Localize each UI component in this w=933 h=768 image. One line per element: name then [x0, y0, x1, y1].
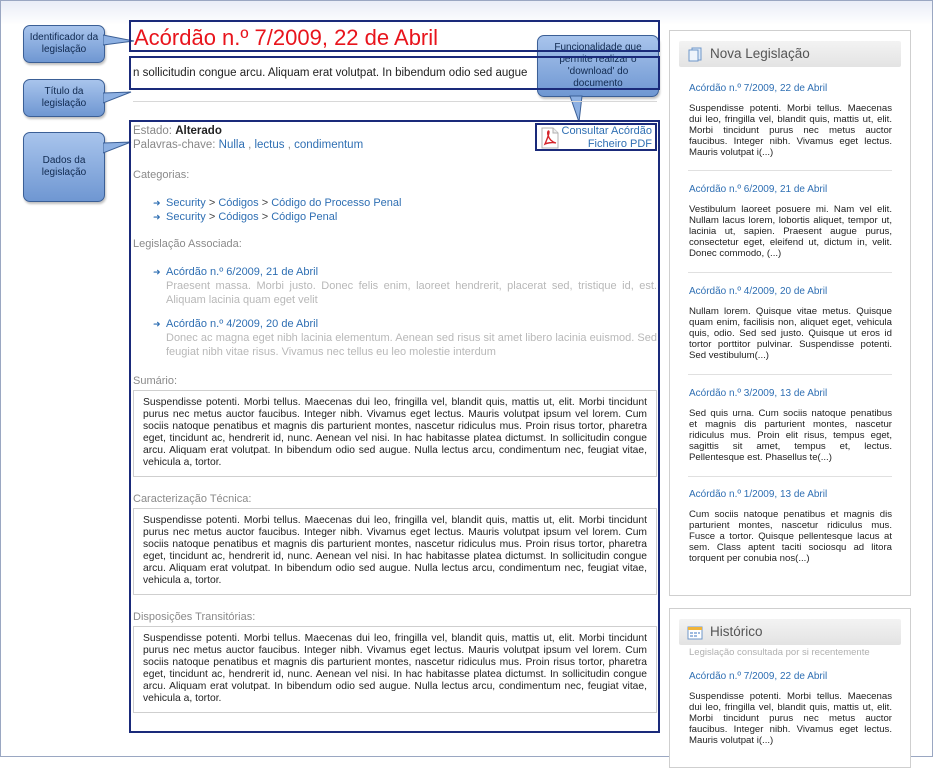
arrow-right-icon: ➜: [153, 267, 161, 277]
page-title: Acórdão n.º 7/2009, 22 de Abril: [134, 25, 439, 50]
news-title-link[interactable]: Acórdão n.º 3/2009, 13 de Abril: [689, 388, 892, 399]
news-desc: Sed quis urna. Cum sociis natoque penati…: [689, 408, 892, 463]
estado-label: Estado:: [133, 125, 172, 137]
news-title-link[interactable]: Acórdão n.º 1/2009, 13 de Abril: [689, 489, 892, 500]
associada-item: ➜ Acórdão n.º 6/2009, 21 de Abril Praese…: [133, 265, 657, 307]
news-divider: [688, 476, 892, 477]
nova-legislacao-title: Nova Legislação: [710, 46, 810, 61]
disposicoes-heading: Disposições Transitórias:: [133, 611, 256, 623]
keyword-link[interactable]: lectus: [254, 139, 284, 151]
news-desc: Cum sociis natoque penatibus et magnis d…: [689, 509, 892, 564]
associada-item: ➜ Acórdão n.º 4/2009, 20 de Abril Donec …: [133, 317, 657, 359]
historico-header: Histórico: [679, 619, 901, 645]
callout-titulo: Título da legislação: [23, 79, 105, 117]
history-title-link[interactable]: Acórdão n.º 7/2009, 22 de Abril: [689, 671, 892, 682]
history-item: Acórdão n.º 7/2009, 22 de Abril Suspendi…: [689, 671, 892, 746]
nova-legislacao-panel: Nova Legislação Acórdão n.º 7/2009, 22 d…: [669, 30, 911, 596]
callout-identificador: Identificador da legislação: [23, 25, 105, 63]
historico-subtitle: Legislação consultada por si recentement…: [689, 647, 870, 658]
caracterizacao-heading: Caracterização Técnica:: [133, 493, 252, 505]
callout-dados: Dados da legislação: [23, 132, 105, 202]
news-desc: Vestibulum laoreet posuere mi. Nam vel e…: [689, 204, 892, 259]
arrow-right-icon: ➜: [153, 198, 161, 208]
keywords-label: Palavras-chave:: [133, 139, 216, 151]
nova-legislacao-header: Nova Legislação: [679, 41, 901, 67]
news-item: Acórdão n.º 1/2009, 13 de Abril Cum soci…: [689, 489, 892, 564]
associada-desc: Donec ac magna eget nibh lacinia element…: [166, 332, 657, 358]
crumb-link[interactable]: Códigos: [218, 197, 258, 209]
callout-titulo-text: Título da legislação: [41, 86, 87, 109]
news-item: Acórdão n.º 7/2009, 22 de Abril Suspendi…: [689, 83, 892, 158]
sumario-heading: Sumário:: [133, 375, 178, 387]
historico-panel: Histórico Legislação consultada por si r…: [669, 608, 911, 768]
keyword-link[interactable]: Nulla: [219, 139, 245, 151]
crumb-link[interactable]: Security: [166, 211, 206, 223]
news-divider: [688, 272, 892, 273]
caracterizacao-text: Suspendisse potenti. Morbi tellus. Maece…: [133, 508, 657, 595]
pages-icon: [688, 47, 702, 62]
keywords-line: Palavras-chave: Nulla , lectus , condime…: [133, 139, 364, 151]
news-desc: Suspendisse potenti. Morbi tellus. Maece…: [689, 103, 892, 158]
news-divider: [688, 374, 892, 375]
page-subtitle: n sollicitudin congue arcu. Aliquam erat…: [133, 67, 528, 79]
crumb-link[interactable]: Códigos: [218, 211, 258, 223]
category-breadcrumb: ➜ Security > Códigos > Código Penal: [153, 211, 338, 223]
history-desc: Suspendisse potenti. Morbi tellus. Maece…: [689, 691, 892, 746]
crumb-link[interactable]: Security: [166, 197, 206, 209]
estado-value: Alterado: [175, 125, 222, 137]
news-desc: Nullam lorem. Quisque vitae metus. Quisq…: [689, 306, 892, 361]
estado-line: Estado: Alterado: [133, 124, 657, 138]
news-title-link[interactable]: Acórdão n.º 4/2009, 20 de Abril: [689, 286, 892, 297]
news-title-link[interactable]: Acórdão n.º 7/2009, 22 de Abril: [689, 83, 892, 94]
news-item: Acórdão n.º 3/2009, 13 de Abril Sed quis…: [689, 388, 892, 463]
crumb-link[interactable]: Código do Processo Penal: [271, 197, 401, 209]
news-item: Acórdão n.º 4/2009, 20 de Abril Nullam l…: [689, 286, 892, 361]
arrow-right-icon: ➜: [153, 212, 161, 222]
news-title-link[interactable]: Acórdão n.º 6/2009, 21 de Abril: [689, 184, 892, 195]
categorias-heading: Categorias:: [133, 169, 190, 181]
calendar-icon: [687, 626, 703, 640]
sumario-text: Suspendisse potenti. Morbi tellus. Maece…: [133, 390, 657, 477]
news-divider: [688, 170, 892, 171]
disposicoes-text: Suspendisse potenti. Morbi tellus. Maece…: [133, 626, 657, 713]
category-breadcrumb: ➜ Security > Códigos > Código do Process…: [153, 197, 402, 209]
callout-dados-text: Dados da legislação: [41, 155, 87, 178]
callout-titulo-tail: [103, 91, 132, 104]
keyword-link[interactable]: condimentum: [294, 139, 363, 151]
document-content: Estado: Alterado Palavras-chave: Nulla ,…: [133, 124, 657, 713]
associada-heading: Legislação Associada:: [133, 238, 242, 250]
associada-link[interactable]: Acórdão n.º 4/2009, 20 de Abril: [153, 317, 657, 331]
news-item: Acórdão n.º 6/2009, 21 de Abril Vestibul…: [689, 184, 892, 259]
associada-link[interactable]: Acórdão n.º 6/2009, 21 de Abril: [153, 265, 657, 279]
callout-identificador-text: Identificador da legislação: [29, 32, 99, 55]
arrow-right-icon: ➜: [153, 319, 161, 329]
historico-title: Histórico: [710, 624, 763, 639]
crumb-link[interactable]: Código Penal: [271, 211, 337, 223]
associada-desc: Praesent massa. Morbi justo. Donec felis…: [166, 280, 657, 306]
divider: [133, 101, 657, 102]
